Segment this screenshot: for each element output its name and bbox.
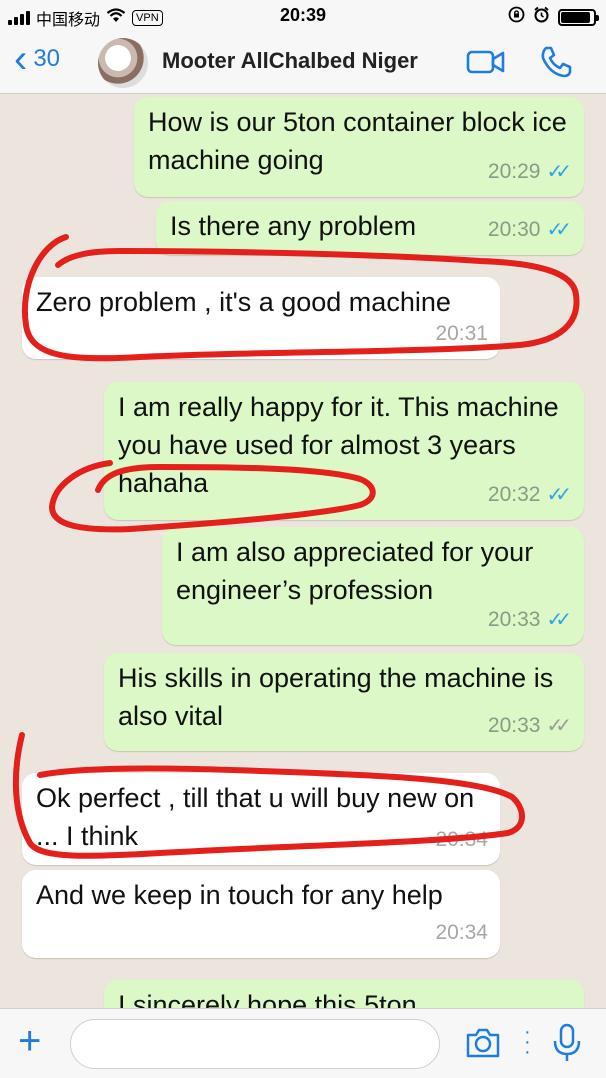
- message-meta: 20:34: [435, 914, 488, 952]
- read-ticks-icon: ✓✓: [546, 161, 571, 183]
- microphone-icon[interactable]: [552, 1023, 582, 1068]
- message-text: Is there any problem: [170, 211, 417, 241]
- message-bubble[interactable]: I am really happy for it. This machine y…: [104, 382, 584, 520]
- message-time: 20:32: [487, 483, 541, 506]
- contact-avatar[interactable]: [98, 38, 148, 88]
- message-time: 20:34: [435, 828, 488, 851]
- message-time: 20:34: [435, 921, 488, 944]
- battery-icon: [558, 8, 599, 26]
- message-bubble[interactable]: I sincerely hope this 5ton: [104, 980, 584, 1008]
- message-meta: 20:34: [435, 821, 488, 859]
- read-ticks-icon: ✓✓: [546, 609, 571, 631]
- message-bubble[interactable]: How is our 5ton container block ice mach…: [134, 97, 584, 197]
- message-time: 20:30: [487, 218, 541, 241]
- status-right: [508, 6, 599, 28]
- message-time: 20:29: [487, 160, 541, 183]
- message-bubble[interactable]: His skills in operating the machine is a…: [104, 653, 584, 751]
- video-call-icon[interactable]: [466, 48, 506, 81]
- contact-name[interactable]: Mooter AllChalbed Niger: [162, 48, 418, 74]
- back-button[interactable]: ‹ 30: [14, 37, 61, 81]
- message-meta: 20:32 ✓✓: [488, 476, 572, 514]
- delivered-ticks-icon: ✓✓: [546, 715, 571, 737]
- message-bubble[interactable]: Is there any problem 20:30 ✓✓: [156, 201, 584, 255]
- orientation-lock-icon: [508, 6, 525, 28]
- message-text: Zero problem , it's a good machine: [36, 287, 451, 317]
- message-meta: 20:33 ✓✓: [488, 707, 572, 745]
- alarm-icon: [533, 6, 550, 28]
- battery-fill: [561, 11, 590, 23]
- message-text: Ok perfect , till that u will buy new on…: [36, 783, 475, 851]
- message-input[interactable]: [70, 1019, 440, 1069]
- chat-header: ‹ 30 Mooter AllChalbed Niger: [0, 30, 606, 94]
- phone-icon[interactable]: [538, 44, 574, 85]
- chat-area[interactable]: How is our 5ton container block ice mach…: [0, 95, 606, 1008]
- plus-icon[interactable]: +: [18, 1019, 41, 1063]
- message-bubble[interactable]: And we keep in touch for any help 20:34: [22, 870, 500, 958]
- camera-icon[interactable]: [465, 1027, 501, 1064]
- chevron-left-icon: ‹: [14, 37, 28, 81]
- composer-bar: + · · ·: [0, 1008, 606, 1078]
- message-meta: 20:31: [435, 315, 488, 353]
- message-text: I am also appreciated for your engineer’…: [176, 537, 534, 605]
- message-meta: 20:33 ✓✓: [488, 601, 572, 639]
- message-time: 20:33: [487, 714, 541, 737]
- message-bubble[interactable]: Ok perfect , till that u will buy new on…: [22, 773, 500, 865]
- status-bar: 中国移动 VPN 20:39: [0, 0, 606, 30]
- unread-count: 30: [33, 45, 61, 72]
- message-time: 20:31: [435, 322, 488, 345]
- read-ticks-icon: ✓✓: [546, 219, 571, 241]
- more-options-icon[interactable]: · · ·: [524, 1022, 531, 1062]
- message-text: And we keep in touch for any help: [36, 880, 443, 910]
- read-ticks-icon: ✓✓: [546, 484, 571, 506]
- message-bubble[interactable]: Zero problem , it's a good machine 20:31: [22, 277, 500, 359]
- message-text: I sincerely hope this 5ton: [118, 990, 417, 1008]
- message-time: 20:33: [487, 608, 541, 631]
- message-bubble[interactable]: I am also appreciated for your engineer’…: [162, 527, 584, 645]
- message-meta: 20:29 ✓✓: [488, 153, 572, 191]
- message-meta: 20:30 ✓✓: [488, 211, 572, 249]
